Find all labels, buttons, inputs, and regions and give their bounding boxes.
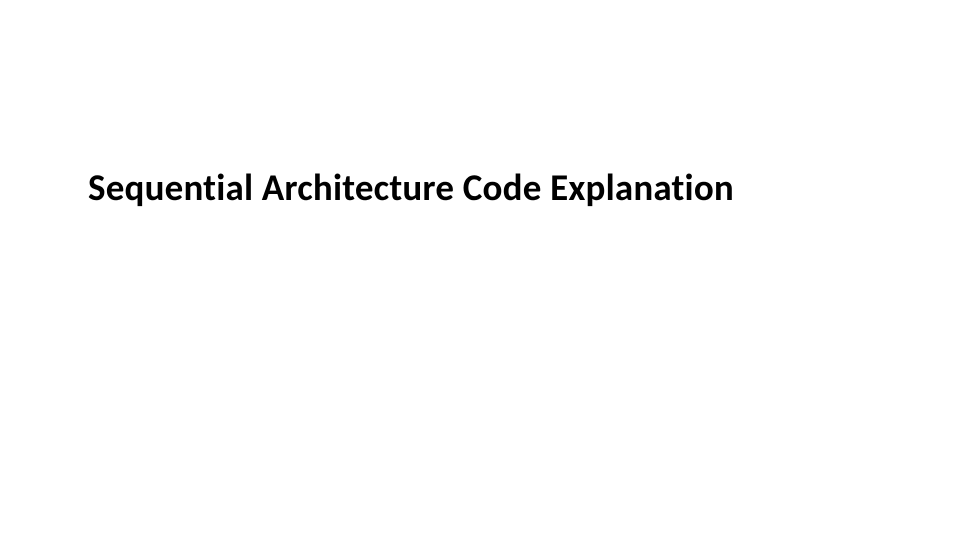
slide-container: Sequential Architecture Code Explanation — [0, 0, 960, 540]
slide-title: Sequential Architecture Code Explanation — [88, 165, 734, 210]
